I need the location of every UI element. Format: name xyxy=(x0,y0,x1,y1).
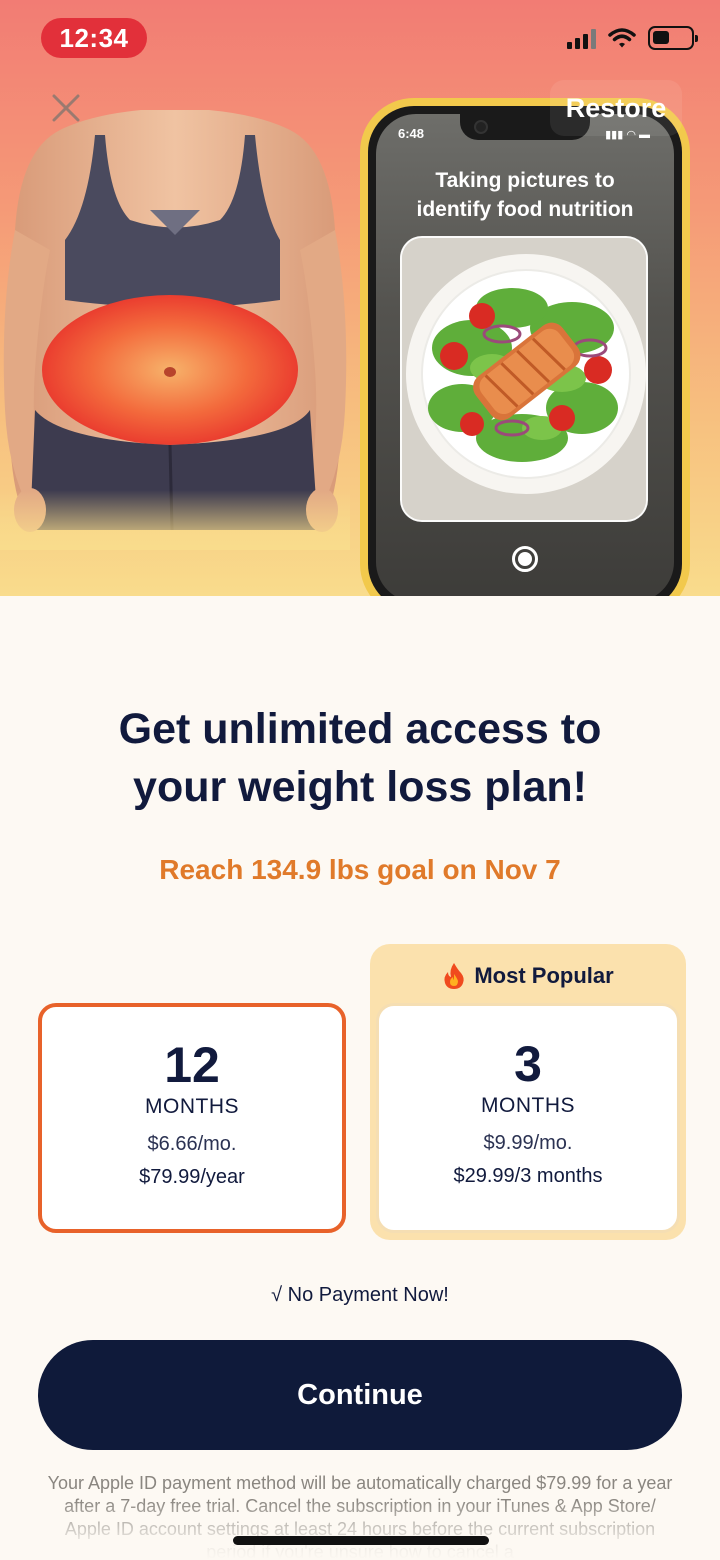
plan-unit: MONTHS xyxy=(145,1095,239,1118)
page-title-line2: your weight loss plan! xyxy=(133,763,587,811)
plan-duration: 12 xyxy=(164,1037,220,1093)
phone-caption: Taking pictures to identify food nutriti… xyxy=(376,166,674,224)
plan-option-3-months[interactable]: 3 MONTHS $9.99/mo. $29.99/3 months xyxy=(376,1003,680,1233)
status-bar: 12:34 xyxy=(0,0,720,80)
plan-monthly-price: $9.99/mo. xyxy=(483,1132,573,1154)
close-icon xyxy=(52,94,80,122)
salmon-salad-image xyxy=(402,238,646,520)
phone-mockup: 6:48 ▮▮▮ ◠ ▬ Taking pictures to identify… xyxy=(360,98,690,596)
home-indicator xyxy=(233,1536,489,1545)
most-popular-badge: Most Popular xyxy=(370,962,686,990)
continue-button[interactable]: Continue xyxy=(38,1340,682,1450)
status-icons xyxy=(567,26,698,50)
phone-time: 6:48 xyxy=(398,126,425,141)
legal-fade-overlay xyxy=(0,1500,720,1560)
body-illustration xyxy=(0,110,350,550)
fire-icon xyxy=(444,963,464,989)
phone-caption-line1: Taking pictures to xyxy=(435,169,615,192)
hero-banner: 6:48 ▮▮▮ ◠ ▬ Taking pictures to identify… xyxy=(0,0,720,596)
wifi-icon xyxy=(608,28,636,48)
page-title: Get unlimited access to your weight loss… xyxy=(0,700,720,816)
plan-option-12-months[interactable]: 12 MONTHS $6.66/mo. $79.99/year xyxy=(38,1003,346,1233)
battery-icon xyxy=(648,26,698,50)
status-time: 12:34 xyxy=(41,18,147,58)
shutter-button xyxy=(512,546,538,572)
most-popular-label: Most Popular xyxy=(474,963,614,988)
restore-button[interactable]: Restore xyxy=(550,80,682,136)
plan-unit: MONTHS xyxy=(481,1094,575,1117)
cellular-signal-icon xyxy=(567,27,596,49)
page-title-line1: Get unlimited access to xyxy=(118,705,602,753)
phone-screen: 6:48 ▮▮▮ ◠ ▬ Taking pictures to identify… xyxy=(376,114,674,596)
no-payment-note: √ No Payment Now! xyxy=(271,1284,449,1306)
plan-total-price: $29.99/3 months xyxy=(453,1165,603,1187)
goal-text: Reach 134.9 lbs goal on Nov 7 xyxy=(159,854,561,885)
plan-duration: 3 xyxy=(514,1036,542,1092)
close-button[interactable] xyxy=(46,88,86,128)
plan-monthly-price: $6.66/mo. xyxy=(147,1133,237,1155)
food-photo xyxy=(400,236,648,522)
phone-caption-line2: identify food nutrition xyxy=(416,198,634,221)
plan-total-price: $79.99/year xyxy=(139,1166,245,1188)
